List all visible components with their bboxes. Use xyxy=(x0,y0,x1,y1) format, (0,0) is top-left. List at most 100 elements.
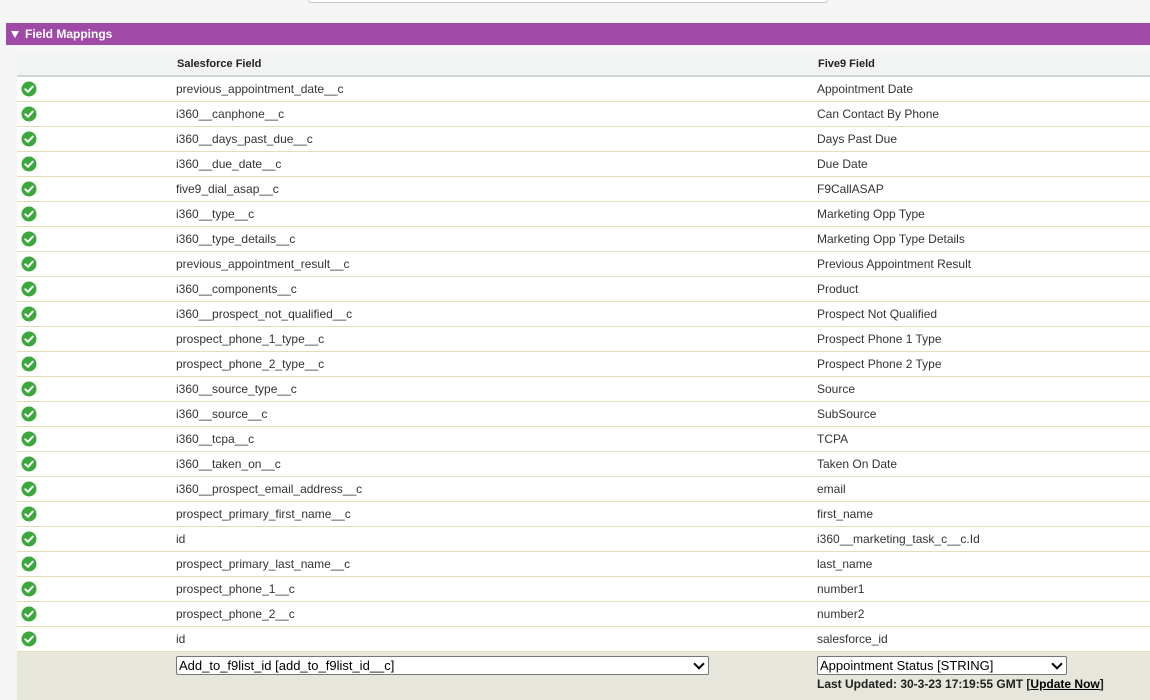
check-circle-icon xyxy=(21,381,37,397)
table-row: i360__taken_on__cTaken On Date xyxy=(17,452,1150,477)
last-updated-label: Last Updated: 30-3-23 17:19:55 GMT xyxy=(817,677,1023,691)
five9-field-cell: Source xyxy=(812,377,1150,402)
row-status-cell xyxy=(17,602,171,627)
check-circle-icon xyxy=(21,306,37,322)
table-row: prospect_phone_1_type__cProspect Phone 1… xyxy=(17,327,1150,352)
table-row: i360__source__cSubSource xyxy=(17,402,1150,427)
new-mapping-status-cell xyxy=(17,652,171,700)
table-row: five9_dial_asap__cF9CallASAP xyxy=(17,177,1150,202)
five9-field-cell: SubSource xyxy=(812,402,1150,427)
row-status-cell xyxy=(17,277,171,302)
salesforce-field-cell: prospect_primary_first_name__c xyxy=(171,502,812,527)
five9-field-cell: number1 xyxy=(812,577,1150,602)
check-circle-icon xyxy=(21,256,37,272)
salesforce-field-cell: prospect_phone_2_type__c xyxy=(171,352,812,377)
update-now-link[interactable]: Update Now xyxy=(1030,677,1099,691)
table-row: idi360__marketing_task_c__c.Id xyxy=(17,527,1150,552)
check-circle-icon xyxy=(21,131,37,147)
row-status-cell xyxy=(17,127,171,152)
row-status-cell xyxy=(17,477,171,502)
table-row: idsalesforce_id xyxy=(17,627,1150,652)
new-mapping-row: Add_to_f9list_id [add_to_f9list_id__c] A… xyxy=(17,652,1150,700)
row-status-cell xyxy=(17,627,171,652)
field-mappings-header[interactable]: Field Mappings xyxy=(6,23,1150,45)
five9-field-cell: Product xyxy=(812,277,1150,302)
salesforce-field-cell: i360__taken_on__c xyxy=(171,452,812,477)
salesforce-field-cell: id xyxy=(171,627,812,652)
five9-field-cell: Previous Appointment Result xyxy=(812,252,1150,277)
salesforce-field-cell: i360__type__c xyxy=(171,202,812,227)
row-status-cell xyxy=(17,252,171,277)
row-status-cell xyxy=(17,327,171,352)
table-row: i360__prospect_email_address__cemail xyxy=(17,477,1150,502)
chevron-down-icon xyxy=(1051,658,1062,669)
salesforce-field-cell: i360__tcpa__c xyxy=(171,427,812,452)
row-status-cell xyxy=(17,102,171,127)
row-status-cell xyxy=(17,177,171,202)
salesforce-field-cell: id xyxy=(171,527,812,552)
last-updated-text: Last Updated: 30-3-23 17:19:55 GMT [Upda… xyxy=(817,677,1150,691)
five9-field-cell: Prospect Phone 2 Type xyxy=(812,352,1150,377)
salesforce-field-cell: prospect_phone_2__c xyxy=(171,602,812,627)
five9-field-cell: F9CallASAP xyxy=(812,177,1150,202)
row-status-cell xyxy=(17,377,171,402)
check-circle-icon xyxy=(21,631,37,647)
five9-field-header: Five9 Field xyxy=(812,53,1150,76)
salesforce-field-cell: i360__canphone__c xyxy=(171,102,812,127)
new-mapping-five9-cell: Appointment Status [STRING] Last Updated… xyxy=(812,652,1150,700)
row-status-cell xyxy=(17,352,171,377)
five9-field-cell: Appointment Date xyxy=(812,76,1150,102)
salesforce-field-cell: i360__prospect_not_qualified__c xyxy=(171,302,812,327)
row-status-cell xyxy=(17,402,171,427)
row-status-cell xyxy=(17,227,171,252)
salesforce-field-select-value: Add_to_f9list_id [add_to_f9list_id__c] xyxy=(179,658,394,673)
row-status-cell xyxy=(17,552,171,577)
row-status-cell xyxy=(17,452,171,477)
row-status-cell xyxy=(17,202,171,227)
check-circle-icon xyxy=(21,506,37,522)
check-circle-icon xyxy=(21,156,37,172)
check-circle-icon xyxy=(21,431,37,447)
five9-field-cell: salesforce_id xyxy=(812,627,1150,652)
row-status-cell xyxy=(17,302,171,327)
row-status-cell xyxy=(17,502,171,527)
salesforce-field-cell: previous_appointment_date__c xyxy=(171,76,812,102)
five9-field-cell: Marketing Opp Type Details xyxy=(812,227,1150,252)
five9-field-cell: email xyxy=(812,477,1150,502)
table-row: i360__type_details__cMarketing Opp Type … xyxy=(17,227,1150,252)
table-row: previous_appointment_result__cPrevious A… xyxy=(17,252,1150,277)
salesforce-field-header: Salesforce Field xyxy=(171,53,812,76)
five9-field-cell: last_name xyxy=(812,552,1150,577)
triangle-down-icon[interactable] xyxy=(11,31,19,38)
salesforce-field-cell: i360__due_date__c xyxy=(171,152,812,177)
check-circle-icon xyxy=(21,556,37,572)
salesforce-field-cell: prospect_phone_1__c xyxy=(171,577,812,602)
salesforce-field-cell: prospect_phone_1_type__c xyxy=(171,327,812,352)
table-row: prospect_primary_last_name__clast_name xyxy=(17,552,1150,577)
table-row: prospect_phone_1__cnumber1 xyxy=(17,577,1150,602)
five9-field-cell: Prospect Not Qualified xyxy=(812,302,1150,327)
five9-field-cell: Due Date xyxy=(812,152,1150,177)
check-circle-icon xyxy=(21,356,37,372)
five9-field-cell: TCPA xyxy=(812,427,1150,452)
salesforce-field-cell: five9_dial_asap__c xyxy=(171,177,812,202)
check-circle-icon xyxy=(21,106,37,122)
check-circle-icon xyxy=(21,331,37,347)
table-row: i360__components__cProduct xyxy=(17,277,1150,302)
salesforce-field-cell: previous_appointment_result__c xyxy=(171,252,812,277)
five9-field-cell: Days Past Due xyxy=(812,127,1150,152)
table-row: previous_appointment_date__cAppointment … xyxy=(17,76,1150,102)
salesforce-field-cell: i360__days_past_due__c xyxy=(171,127,812,152)
row-status-cell xyxy=(17,577,171,602)
row-status-cell xyxy=(17,427,171,452)
salesforce-field-cell: i360__prospect_email_address__c xyxy=(171,477,812,502)
section-title: Field Mappings xyxy=(25,27,112,41)
check-circle-icon xyxy=(21,481,37,497)
chevron-down-icon xyxy=(693,658,704,669)
check-circle-icon xyxy=(21,581,37,597)
table-row: prospect_phone_2__cnumber2 xyxy=(17,602,1150,627)
five9-field-select-value: Appointment Status [STRING] xyxy=(820,658,993,673)
five9-field-select[interactable]: Appointment Status [STRING] xyxy=(817,656,1067,675)
salesforce-field-select[interactable]: Add_to_f9list_id [add_to_f9list_id__c] xyxy=(176,656,709,675)
salesforce-field-cell: prospect_primary_last_name__c xyxy=(171,552,812,577)
